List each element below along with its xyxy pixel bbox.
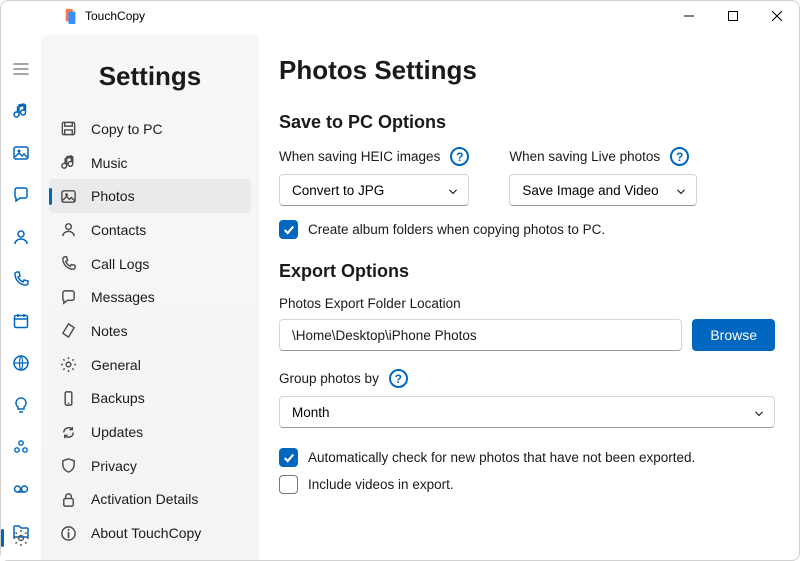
nav-backups[interactable]: Backups: [49, 382, 251, 416]
select-value: Save Image and Video: [522, 183, 658, 198]
live-photos-select[interactable]: Save Image and Video: [509, 174, 697, 206]
help-icon[interactable]: ?: [389, 369, 408, 388]
include-videos-label: Include videos in export.: [308, 477, 454, 492]
nav-label: Call Logs: [91, 256, 149, 272]
window-controls: [667, 1, 799, 31]
minimize-button[interactable]: [667, 1, 711, 31]
icon-sidebar: [1, 31, 41, 560]
save-icon: [59, 120, 77, 138]
phone-icon: [59, 255, 77, 273]
settings-nav: Settings Copy to PC Music Photos Contact…: [41, 35, 259, 560]
browse-button[interactable]: Browse: [692, 319, 775, 351]
app-icon: [63, 8, 79, 24]
section-title: Export Options: [279, 261, 775, 282]
help-icon[interactable]: ?: [670, 147, 689, 166]
info-icon: [59, 524, 77, 542]
chevron-down-icon: [676, 185, 686, 195]
nav-label: Updates: [91, 424, 143, 440]
music-icon: [59, 154, 77, 172]
include-videos-checkbox[interactable]: [279, 475, 298, 494]
nav-general[interactable]: General: [49, 348, 251, 382]
group-by-label: Group photos by: [279, 371, 379, 386]
page-title: Photos Settings: [279, 55, 775, 86]
gear-icon: [59, 356, 77, 374]
sidebar-shared-icon[interactable]: [9, 477, 33, 501]
nav-copy-to-pc[interactable]: Copy to PC: [49, 112, 251, 146]
nav-call-logs[interactable]: Call Logs: [49, 247, 251, 281]
device-icon: [59, 389, 77, 407]
section-title: Save to PC Options: [279, 112, 775, 133]
title-bar: TouchCopy: [1, 1, 799, 31]
chevron-down-icon: [448, 185, 458, 195]
nav-updates[interactable]: Updates: [49, 415, 251, 449]
refresh-icon: [59, 423, 77, 441]
sidebar-notes-icon[interactable]: [9, 393, 33, 417]
nav-music[interactable]: Music: [49, 146, 251, 180]
lock-icon: [59, 490, 77, 508]
nav-messages[interactable]: Messages: [49, 280, 251, 314]
maximize-button[interactable]: [711, 1, 755, 31]
sidebar-call-logs-icon[interactable]: [9, 267, 33, 291]
export-folder-label: Photos Export Folder Location: [279, 296, 775, 311]
contact-icon: [59, 221, 77, 239]
nav-label: Activation Details: [91, 491, 198, 507]
sidebar-contacts-icon[interactable]: [9, 225, 33, 249]
nav-photos[interactable]: Photos: [49, 179, 251, 213]
chat-icon: [59, 288, 77, 306]
nav-label: Backups: [91, 390, 145, 406]
nav-label: Copy to PC: [91, 121, 163, 137]
nav-label: About TouchCopy: [91, 525, 201, 541]
app-window: TouchCopy Settings Copy to PC Music: [0, 0, 800, 561]
content-pane: Photos Settings Save to PC Options When …: [259, 31, 799, 560]
sidebar-messages-icon[interactable]: [9, 183, 33, 207]
save-to-pc-section: Save to PC Options When saving HEIC imag…: [279, 112, 775, 239]
nav-label: Notes: [91, 323, 128, 339]
albums-checkbox-label: Create album folders when copying photos…: [308, 222, 605, 237]
sidebar-settings-icon[interactable]: [9, 526, 33, 550]
heic-label: When saving HEIC images: [279, 149, 440, 164]
sidebar-music-icon[interactable]: [9, 99, 33, 123]
nav-label: Messages: [91, 289, 155, 305]
live-label: When saving Live photos: [509, 149, 660, 164]
sidebar-calendar-icon[interactable]: [9, 309, 33, 333]
nav-label: Contacts: [91, 222, 146, 238]
auto-check-checkbox[interactable]: [279, 448, 298, 467]
nav-about[interactable]: About TouchCopy: [49, 516, 251, 550]
select-value: Month: [292, 405, 330, 420]
albums-checkbox[interactable]: [279, 220, 298, 239]
export-folder-input[interactable]: \Home\Desktop\iPhone Photos: [279, 319, 682, 351]
nav-notes[interactable]: Notes: [49, 314, 251, 348]
chevron-down-icon: [754, 407, 764, 417]
nav-privacy[interactable]: Privacy: [49, 449, 251, 483]
select-value: Convert to JPG: [292, 183, 384, 198]
nav-contacts[interactable]: Contacts: [49, 213, 251, 247]
hamburger-menu-icon[interactable]: [9, 57, 33, 81]
heic-select[interactable]: Convert to JPG: [279, 174, 469, 206]
auto-check-label: Automatically check for new photos that …: [308, 450, 695, 465]
app-title: TouchCopy: [85, 9, 145, 23]
sidebar-photos-icon[interactable]: [9, 141, 33, 165]
settings-title: Settings: [49, 61, 251, 92]
nav-label: General: [91, 357, 141, 373]
nav-label: Privacy: [91, 458, 137, 474]
group-by-select[interactable]: Month: [279, 396, 775, 428]
nav-label: Music: [91, 155, 128, 171]
note-icon: [59, 322, 77, 340]
sidebar-internet-icon[interactable]: [9, 351, 33, 375]
photo-icon: [59, 187, 77, 205]
export-options-section: Export Options Photos Export Folder Loca…: [279, 261, 775, 494]
sidebar-voicemail-icon[interactable]: [9, 435, 33, 459]
help-icon[interactable]: ?: [450, 147, 469, 166]
close-button[interactable]: [755, 1, 799, 31]
nav-activation[interactable]: Activation Details: [49, 483, 251, 517]
shield-icon: [59, 457, 77, 475]
nav-label: Photos: [91, 188, 135, 204]
